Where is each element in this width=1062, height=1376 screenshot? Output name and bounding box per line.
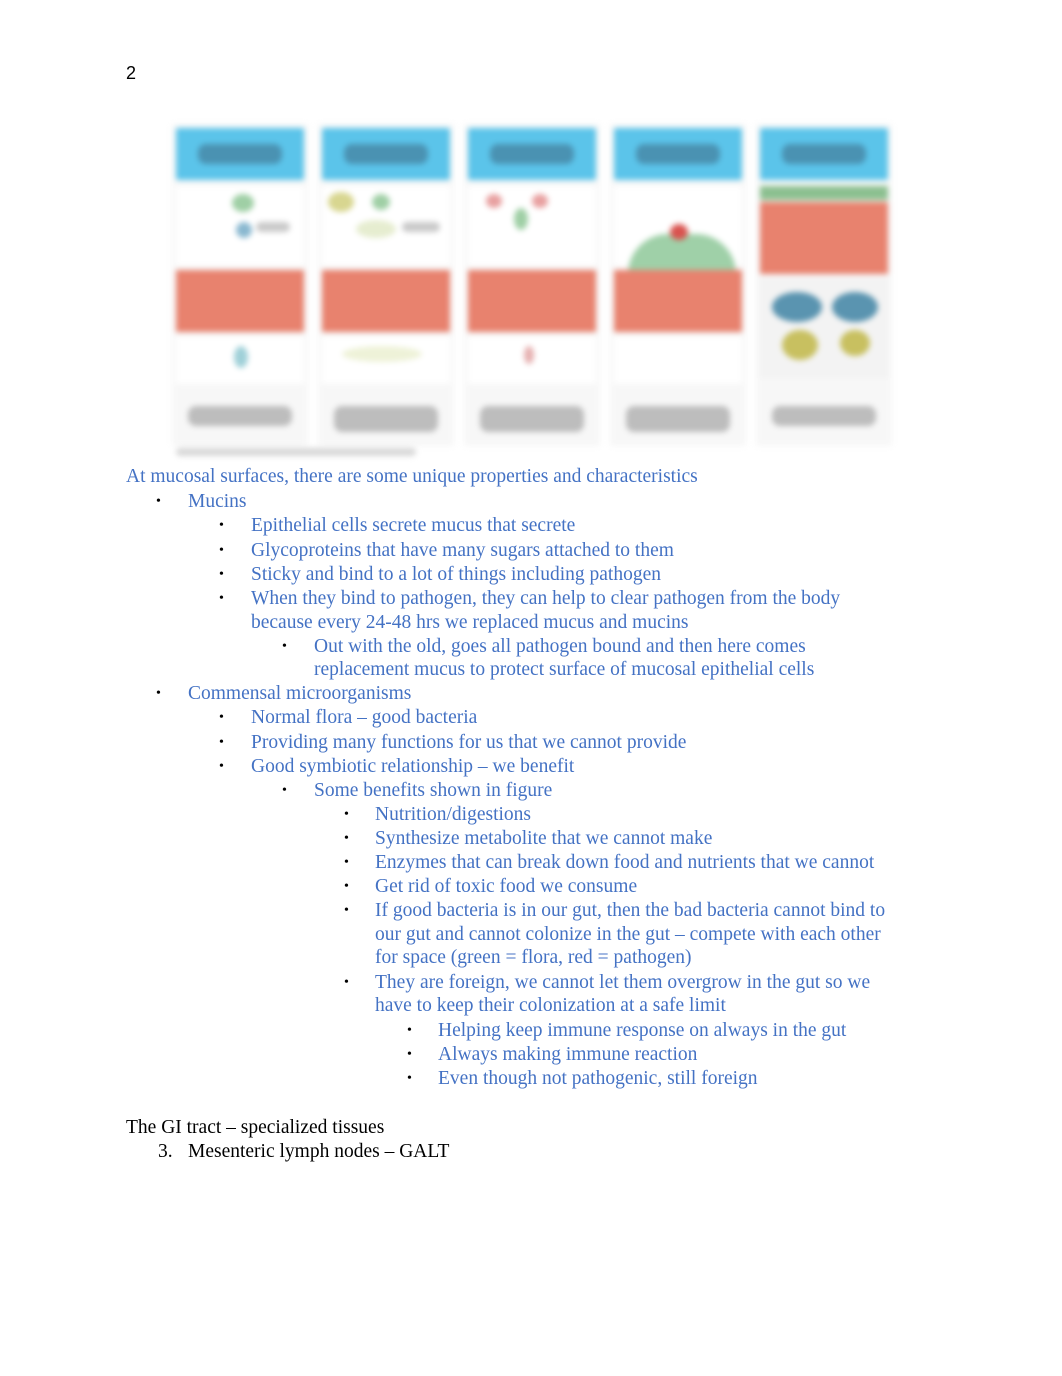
bullet-icon: • bbox=[282, 639, 287, 654]
numbered-item: Mesenteric lymph nodes – GALT bbox=[188, 1141, 450, 1162]
list-item-continued: our gut and cannot colonize in the gut –… bbox=[375, 924, 881, 945]
section-heading: The GI tract – specialized tissues bbox=[126, 1117, 385, 1138]
bullet-icon: • bbox=[219, 759, 224, 774]
list-item: Providing many functions for us that we … bbox=[251, 732, 687, 753]
bullet-icon: • bbox=[344, 903, 349, 918]
list-item: Normal flora – good bacteria bbox=[251, 707, 478, 728]
list-item: Good symbiotic relationship – we benefit bbox=[251, 756, 575, 777]
list-item: Sticky and bind to a lot of things inclu… bbox=[251, 564, 661, 585]
figure-panel bbox=[464, 124, 600, 446]
figure-panel bbox=[756, 124, 892, 446]
list-item: Epithelial cells secrete mucus that secr… bbox=[251, 515, 576, 536]
intro-text: At mucosal surfaces, there are some uniq… bbox=[126, 466, 698, 487]
list-item: Even though not pathogenic, still foreig… bbox=[438, 1068, 758, 1089]
bullet-icon: • bbox=[407, 1023, 412, 1038]
list-item: If good bacteria is in our gut, then the… bbox=[375, 900, 886, 921]
list-item: Out with the old, goes all pathogen boun… bbox=[314, 636, 806, 657]
bullet-icon: • bbox=[282, 783, 287, 798]
list-item: Mucins bbox=[188, 491, 247, 512]
list-item: Synthesize metabolite that we cannot mak… bbox=[375, 828, 713, 849]
bullet-icon: • bbox=[219, 591, 224, 606]
list-item-continued: because every 24-48 hrs we replaced mucu… bbox=[251, 612, 689, 633]
bullet-icon: • bbox=[344, 975, 349, 990]
bullet-icon: • bbox=[344, 831, 349, 846]
bullet-icon: • bbox=[344, 807, 349, 822]
bullet-icon: • bbox=[219, 567, 224, 582]
bullet-icon: • bbox=[219, 735, 224, 750]
figure-panel bbox=[610, 124, 746, 446]
list-item-continued: replacement mucus to protect surface of … bbox=[314, 659, 815, 680]
list-item: Commensal microorganisms bbox=[188, 683, 412, 704]
bullet-icon: • bbox=[156, 686, 161, 701]
figure-panel bbox=[318, 124, 454, 446]
figure-panel bbox=[172, 124, 308, 446]
bullet-icon: • bbox=[219, 518, 224, 533]
list-item: Glycoproteins that have many sugars atta… bbox=[251, 540, 674, 561]
list-item: Enzymes that can break down food and nut… bbox=[375, 852, 875, 873]
list-item: Nutrition/digestions bbox=[375, 804, 531, 825]
list-item: When they bind to pathogen, they can hel… bbox=[251, 588, 841, 609]
list-item-continued: have to keep their colonization at a saf… bbox=[375, 995, 726, 1016]
bullet-icon: • bbox=[407, 1071, 412, 1086]
list-item: Helping keep immune response on always i… bbox=[438, 1020, 847, 1041]
mucosal-figure bbox=[172, 124, 894, 460]
page-number: 2 bbox=[126, 63, 137, 83]
bullet-icon: • bbox=[407, 1047, 412, 1062]
bullet-icon: • bbox=[344, 879, 349, 894]
bullet-icon: • bbox=[219, 543, 224, 558]
list-item: They are foreign, we cannot let them ove… bbox=[375, 972, 871, 993]
list-item: Some benefits shown in figure bbox=[314, 780, 553, 801]
bullet-icon: • bbox=[219, 710, 224, 725]
list-item-continued: for space (green = flora, red = pathogen… bbox=[375, 947, 692, 968]
bullet-icon: • bbox=[344, 855, 349, 870]
list-item: Always making immune reaction bbox=[438, 1044, 698, 1065]
bullet-icon: • bbox=[156, 494, 161, 509]
list-item: Get rid of toxic food we consume bbox=[375, 876, 638, 897]
list-number: 3. bbox=[158, 1141, 173, 1162]
